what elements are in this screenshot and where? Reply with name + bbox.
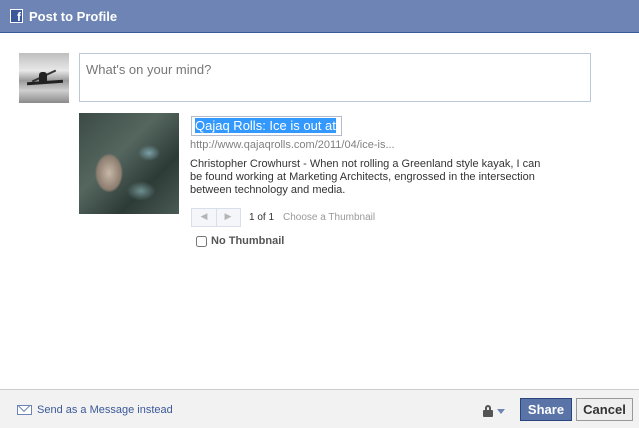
prev-thumbnail-button[interactable]: ◀ xyxy=(192,209,217,226)
link-title-field[interactable]: Qajaq Rolls: Ice is out at xyxy=(191,116,342,136)
share-button[interactable]: Share xyxy=(520,398,572,421)
no-thumbnail-label[interactable]: No Thumbnail xyxy=(211,235,284,247)
next-thumbnail-button[interactable]: ▶ xyxy=(216,209,240,226)
send-as-message-link[interactable]: Send as a Message instead xyxy=(37,404,173,416)
dialog-header: f Post to Profile xyxy=(0,0,639,33)
thumbnail-count: 1 of 1 xyxy=(249,212,275,223)
chevron-down-icon xyxy=(497,409,505,414)
dialog-footer: Send as a Message instead Share Cancel xyxy=(0,389,639,428)
envelope-icon[interactable] xyxy=(17,405,32,415)
avatar xyxy=(19,53,69,103)
no-thumbnail-checkbox[interactable] xyxy=(196,236,207,247)
dialog-title: Post to Profile xyxy=(29,9,118,24)
privacy-selector[interactable] xyxy=(481,402,509,418)
link-description[interactable]: Christopher Crowhurst - When not rolling… xyxy=(190,158,550,197)
link-url: http://www.qajaqrolls.com/2011/04/ice-is… xyxy=(190,139,395,151)
thumbnail-pager: ◀ ▶ xyxy=(191,208,241,227)
lock-icon xyxy=(483,405,493,417)
facebook-icon: f xyxy=(10,9,23,24)
link-thumbnail xyxy=(79,113,179,214)
choose-thumbnail-label: Choose a Thumbnail xyxy=(283,212,376,223)
status-input[interactable] xyxy=(79,53,591,102)
link-title-text: Qajaq Rolls: Ice is out at xyxy=(195,118,336,133)
cancel-button[interactable]: Cancel xyxy=(576,398,633,421)
